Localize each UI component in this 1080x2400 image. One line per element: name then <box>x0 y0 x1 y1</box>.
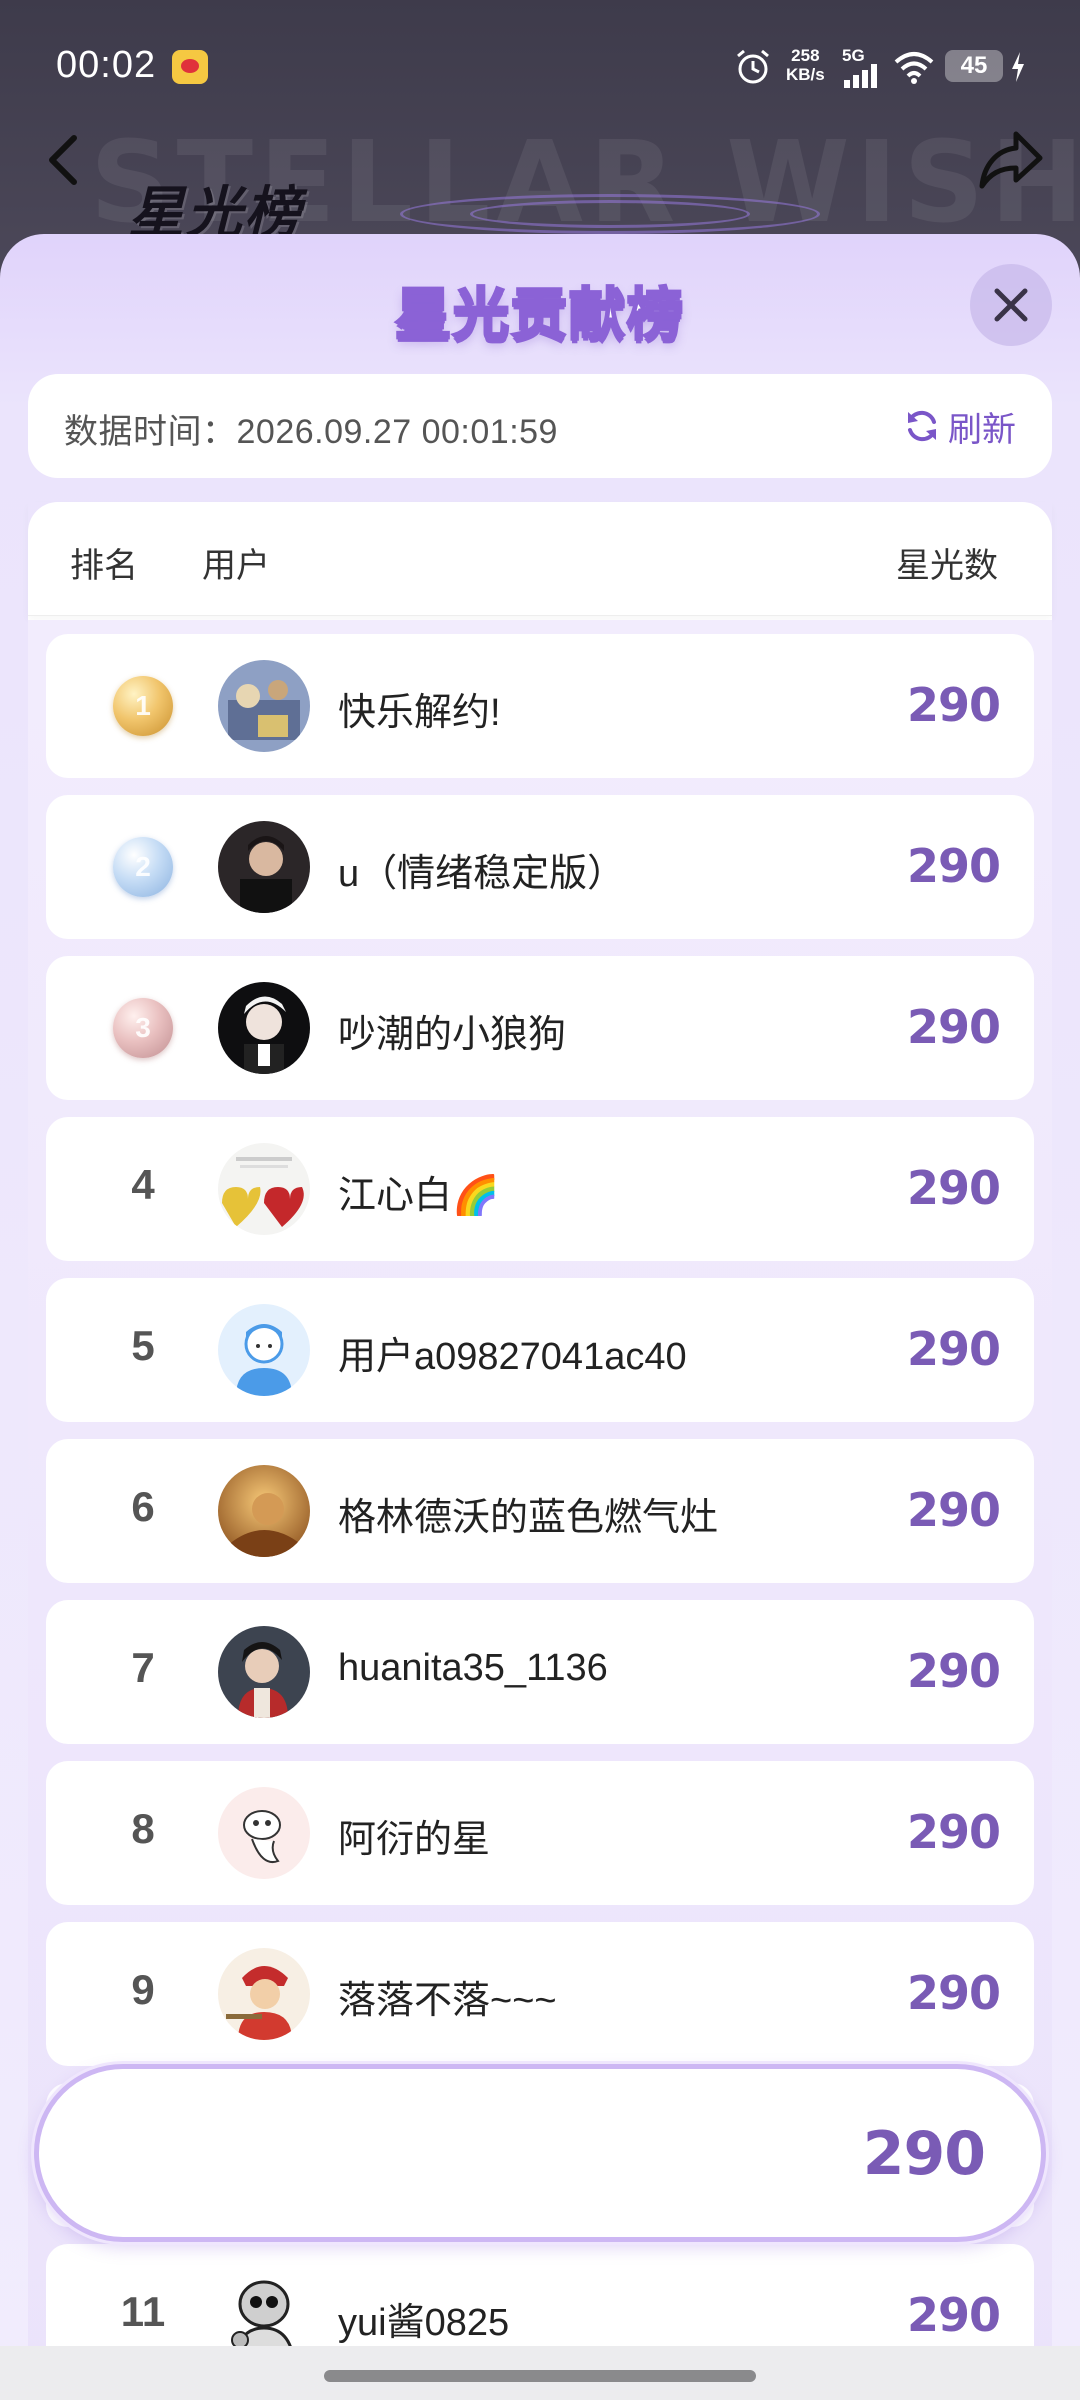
status-time: 00:02 <box>56 44 157 86</box>
user-name: u（情绪稳定版） <box>338 853 626 895</box>
avatar[interactable] <box>218 1787 310 1879</box>
star-count: 290 <box>906 1000 1001 1054</box>
star-count: 290 <box>906 1644 1001 1698</box>
network-type: 5G <box>842 46 865 65</box>
ranking-row[interactable]: 9 落落不落~~~ 290 <box>46 1922 1034 2066</box>
avatar[interactable] <box>218 982 310 1074</box>
rank-number: 3 <box>135 1012 151 1043</box>
back-button[interactable] <box>40 130 90 190</box>
rank-number: 7 <box>131 1644 155 1691</box>
default-avatar-icon <box>218 1304 310 1396</box>
user-name: 阿衍的星 <box>338 1819 491 1861</box>
avatar[interactable] <box>218 1143 310 1235</box>
refresh-label: 刷新 <box>948 410 1016 449</box>
user-name: huanita35_1136 <box>338 1647 608 1689</box>
star-count: 290 <box>906 1966 1001 2020</box>
network-speed: 258 KB/s <box>786 46 825 84</box>
avatar[interactable] <box>218 821 310 913</box>
ranking-row[interactable]: 4 江心白🌈 290 <box>46 1117 1034 1261</box>
rank-number: 4 <box>131 1161 155 1208</box>
my-rank-bar[interactable]: 290 <box>34 2064 1046 2242</box>
rank-number: 1 <box>135 690 151 721</box>
data-time-label: 数据时间： <box>64 413 237 451</box>
rank-number: 8 <box>131 1805 155 1852</box>
avatar[interactable] <box>218 1948 310 2040</box>
ranking-row[interactable]: 6 格林德沃的蓝色燃气灶 290 <box>46 1439 1034 1583</box>
user-name: 落落不落~~~ <box>338 1980 557 2022</box>
star-count: 290 <box>906 678 1001 732</box>
network-speed-unit: KB/s <box>786 65 825 84</box>
user-name: 格林德沃的蓝色燃气灶 <box>338 1497 719 1539</box>
rank-number: 11 <box>120 2288 166 2335</box>
alarm-icon <box>737 49 769 84</box>
rank-number: 5 <box>131 1322 155 1369</box>
star-count: 290 <box>906 1483 1001 1537</box>
ranking-row[interactable]: 5 用户a09827041ac40 290 <box>46 1278 1034 1422</box>
gold-medal-icon: 1 <box>113 676 173 736</box>
bronze-medal-icon: 3 <box>113 998 173 1058</box>
share-button[interactable] <box>976 124 1046 194</box>
charge-icon <box>1012 52 1024 82</box>
star-count: 290 <box>906 1322 1001 1376</box>
avatar[interactable] <box>218 660 310 752</box>
orbit-decoration <box>470 200 750 228</box>
signal-icon <box>844 64 877 88</box>
user-name: 快乐解约! <box>338 692 501 734</box>
user-name: yui酱0825 <box>338 2302 510 2344</box>
ranking-row[interactable]: 7 huanita35_1136 290 <box>46 1600 1034 1744</box>
close-icon <box>994 288 1028 322</box>
status-bar: 00:02 258 KB/s 5G 45 <box>0 0 1080 130</box>
ranking-row[interactable]: 3 吵潮的小狼狗 290 <box>46 956 1034 1100</box>
star-count: 290 <box>906 2288 1001 2342</box>
rank-number: 6 <box>131 1483 155 1530</box>
ranking-row[interactable]: 2 u（情绪稳定版） 290 <box>46 795 1034 939</box>
data-time-value: 2026.09.27 00:01:59 <box>236 413 558 451</box>
wifi-icon <box>894 52 934 84</box>
rank-number: 9 <box>131 1966 155 2013</box>
network-speed-value: 258 <box>791 46 820 65</box>
battery-indicator: 45 <box>945 50 1003 82</box>
ranking-list-header: 排名 用户 星光数 <box>28 502 1052 616</box>
column-header-user: 用户 <box>202 547 270 585</box>
back-icon <box>49 135 77 185</box>
battery-level: 45 <box>960 52 988 79</box>
refresh-button[interactable]: 刷新 <box>904 402 1016 450</box>
data-time: 数据时间：2026.09.27 00:01:59 <box>64 404 558 453</box>
refresh-icon <box>908 410 936 442</box>
sheet-title: 星光贡献榜 <box>394 282 685 348</box>
avatar[interactable] <box>218 1626 310 1718</box>
silver-medal-icon: 2 <box>113 837 173 897</box>
star-count: 290 <box>906 1161 1001 1215</box>
close-button[interactable] <box>970 264 1052 346</box>
share-icon <box>979 131 1043 189</box>
system-navigation-bar <box>0 2346 1080 2400</box>
star-count: 290 <box>906 839 1001 893</box>
star-count: 290 <box>906 1805 1001 1859</box>
user-name: 吵潮的小狼狗 <box>338 1014 567 1056</box>
my-star-count: 290 <box>862 2119 986 2189</box>
user-name: 用户a09827041ac40 <box>338 1336 687 1378</box>
rank-number: 2 <box>135 851 151 882</box>
avatar[interactable] <box>218 1304 310 1396</box>
ranking-row[interactable]: 1 快乐解约! 290 <box>46 634 1034 778</box>
ranking-row[interactable]: 8 阿衍的星 290 <box>46 1761 1034 1905</box>
data-time-card: 数据时间：2026.09.27 00:01:59 刷新 <box>28 374 1052 478</box>
weibo-notification-icon <box>172 50 208 84</box>
avatar[interactable] <box>218 1465 310 1557</box>
column-header-rank: 排名 <box>70 547 138 585</box>
user-name: 江心白🌈 <box>338 1175 500 1217</box>
column-header-stars: 星光数 <box>896 547 998 585</box>
home-indicator[interactable] <box>324 2370 756 2382</box>
